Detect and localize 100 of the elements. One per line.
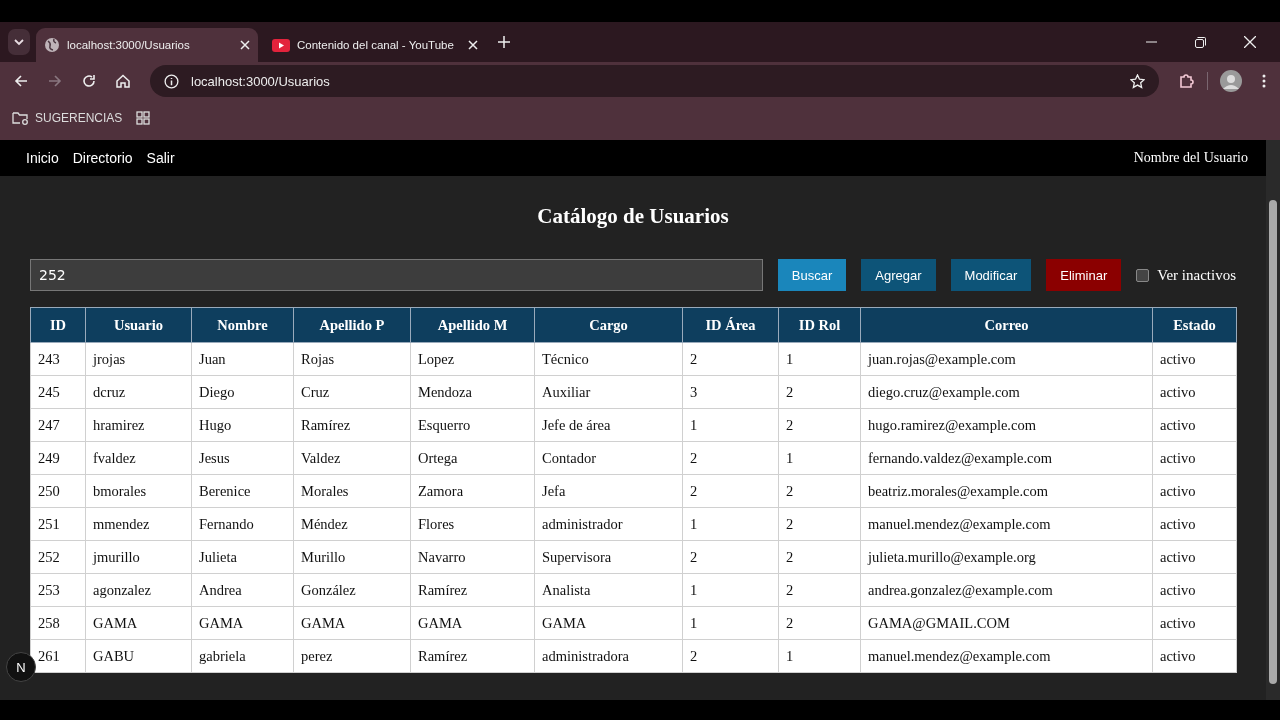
tab-list-button[interactable]: [8, 29, 30, 55]
new-tab-icon[interactable]: [498, 36, 510, 48]
back-icon[interactable]: [14, 74, 28, 88]
table-cell: hramirez: [85, 408, 192, 442]
table-cell: Contador: [534, 441, 683, 475]
table-cell: Juan: [191, 342, 294, 376]
column-header[interactable]: ID Rol: [778, 307, 861, 343]
table-cell: 1: [778, 639, 861, 673]
table-cell: administrador: [534, 507, 683, 541]
scrollbar[interactable]: [1266, 140, 1280, 700]
table-cell: activo: [1152, 474, 1237, 508]
column-header[interactable]: ID: [30, 307, 86, 343]
table-cell: activo: [1152, 573, 1237, 607]
table-cell: Auxiliar: [534, 375, 683, 409]
table-cell: GAMA: [85, 606, 192, 640]
table-cell: Navarro: [410, 540, 535, 574]
table-cell: Mendoza: [410, 375, 535, 409]
table-cell: Cruz: [293, 375, 411, 409]
table-cell: activo: [1152, 342, 1237, 376]
checkbox-label: Ver inactivos: [1157, 266, 1236, 284]
table-cell: jmurillo: [85, 540, 192, 574]
table-cell: 2: [778, 573, 861, 607]
home-icon[interactable]: [116, 74, 130, 88]
nav-link[interactable]: Inicio: [26, 150, 59, 166]
table-cell: mmendez: [85, 507, 192, 541]
apps-grid-icon[interactable]: [136, 111, 151, 125]
table-cell: 1: [778, 342, 861, 376]
table-cell: julieta.murillo@example.org: [860, 540, 1153, 574]
column-header[interactable]: Nombre: [191, 307, 294, 343]
table-cell: activo: [1152, 606, 1237, 640]
column-header[interactable]: Apellido M: [410, 307, 535, 343]
table-cell: activo: [1152, 408, 1237, 442]
address-bar[interactable]: localhost:3000/Usuarios: [150, 65, 1159, 97]
table-cell: 250: [30, 474, 86, 508]
table-cell: Ramírez: [410, 639, 535, 673]
table-cell: Jefa: [534, 474, 683, 508]
table-cell: 249: [30, 441, 86, 475]
close-icon[interactable]: [468, 40, 478, 50]
table-cell: 2: [682, 540, 779, 574]
table-cell: 2: [778, 507, 861, 541]
table-cell: GAMA: [293, 606, 411, 640]
browser-tab[interactable]: localhost:3000/Usuarios: [36, 28, 258, 62]
tab-title: localhost:3000/Usuarios: [67, 39, 191, 51]
table-cell: GAMA: [410, 606, 535, 640]
table-cell: activo: [1152, 507, 1237, 541]
table-cell: dcruz: [85, 375, 192, 409]
table-cell: diego.cruz@example.com: [860, 375, 1153, 409]
avatar-icon[interactable]: [1220, 70, 1242, 92]
star-icon[interactable]: [1130, 73, 1145, 89]
table-cell: GAMA@GMAIL.COM: [860, 606, 1153, 640]
close-icon[interactable]: [240, 40, 250, 50]
action-button[interactable]: Agregar: [861, 259, 936, 291]
table-cell: 243: [30, 342, 86, 376]
action-button[interactable]: Modificar: [950, 259, 1032, 291]
bookmark-folder[interactable]: SUGERENCIAS: [12, 111, 123, 125]
reload-icon[interactable]: [82, 74, 96, 88]
table-cell: bmorales: [85, 474, 192, 508]
table-cell: beatriz.morales@example.com: [860, 474, 1153, 508]
table-cell: González: [293, 573, 411, 607]
column-header[interactable]: Cargo: [534, 307, 683, 343]
browser-tab[interactable]: Contenido del canal - YouTube: [264, 28, 486, 62]
dev-tools-badge[interactable]: N: [6, 652, 36, 682]
column-header[interactable]: Estado: [1152, 307, 1237, 343]
close-icon[interactable]: [1244, 36, 1256, 48]
table-cell: 2: [682, 639, 779, 673]
table-cell: Rojas: [293, 342, 411, 376]
search-field[interactable]: 252: [30, 259, 763, 291]
table-cell: perez: [293, 639, 411, 673]
table-cell: Técnico: [534, 342, 683, 376]
table-cell: manuel.mendez@example.com: [860, 507, 1153, 541]
column-header[interactable]: Apellido P: [293, 307, 411, 343]
nav-link[interactable]: Salir: [146, 150, 175, 166]
table-cell: Berenice: [191, 474, 294, 508]
table-cell: 245: [30, 375, 86, 409]
forward-icon[interactable]: [48, 74, 62, 88]
column-header[interactable]: Correo: [860, 307, 1153, 343]
table-cell: andrea.gonzalez@example.com: [860, 573, 1153, 607]
table-cell: 261: [30, 639, 86, 673]
more-icon[interactable]: [1262, 74, 1266, 88]
table-cell: 251: [30, 507, 86, 541]
table-cell: Valdez: [293, 441, 411, 475]
table-cell: administradora: [534, 639, 683, 673]
table-cell: 253: [30, 573, 86, 607]
action-button[interactable]: Buscar: [777, 259, 847, 291]
checkbox[interactable]: [1136, 268, 1150, 282]
table-cell: Zamora: [410, 474, 535, 508]
column-header[interactable]: Usuario: [85, 307, 192, 343]
table-cell: 2: [778, 474, 861, 508]
table-cell: activo: [1152, 639, 1237, 673]
puzzle-icon[interactable]: [1179, 73, 1195, 89]
table-cell: GAMA: [534, 606, 683, 640]
table-cell: gabriela: [191, 639, 294, 673]
action-button[interactable]: Eliminar: [1046, 259, 1122, 291]
column-header[interactable]: ID Área: [682, 307, 779, 343]
table-cell: Méndez: [293, 507, 411, 541]
restore-icon[interactable]: [1195, 36, 1206, 48]
nav-link[interactable]: Directorio: [72, 150, 133, 166]
caret-icon: [13, 36, 25, 48]
table-cell: 258: [30, 606, 86, 640]
video-play-icon: [272, 38, 290, 52]
